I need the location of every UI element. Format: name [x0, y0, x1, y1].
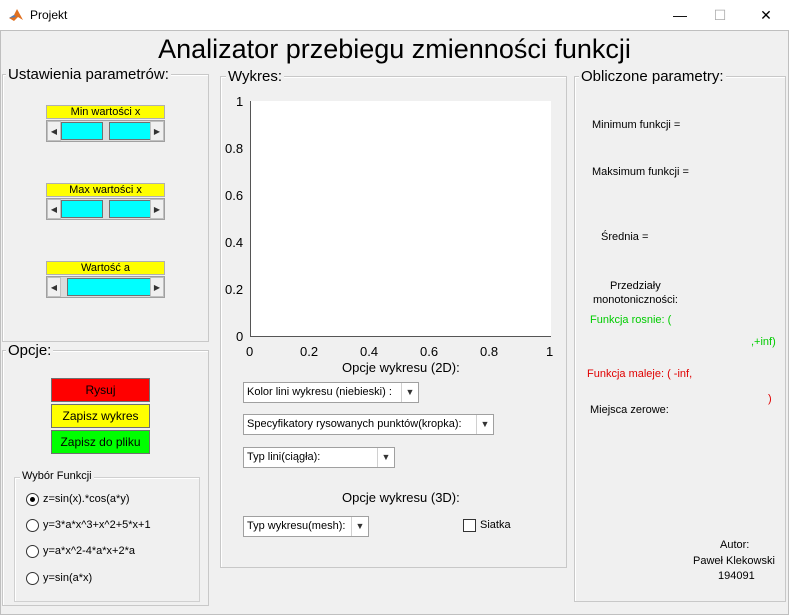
y-tick-label: 1 [236, 94, 244, 109]
window-title: Projekt [30, 8, 68, 22]
slider-left-arrow-icon[interactable]: ◀ [47, 121, 61, 141]
close-button[interactable]: ✕ [743, 0, 789, 30]
x-tick-label: 0.2 [300, 344, 319, 359]
slider-thumb[interactable] [61, 200, 103, 218]
slider-thumb[interactable] [109, 122, 151, 140]
max-x-label: Max wartości x [46, 183, 165, 197]
max-x-slider[interactable]: ◀ ▶ [46, 198, 165, 220]
slider-right-arrow-icon[interactable]: ▶ [150, 277, 164, 297]
slider-right-arrow-icon[interactable]: ▶ [150, 121, 164, 141]
author-name: Paweł Klekowski [693, 555, 775, 567]
grid-checkbox[interactable] [463, 519, 476, 532]
radio-icon[interactable] [26, 519, 39, 532]
chevron-down-icon[interactable]: ▼ [377, 448, 394, 467]
radio-checked-icon[interactable] [26, 493, 39, 506]
increasing-label: Funkcja rosnie: ( [590, 314, 672, 326]
radio-icon[interactable] [26, 572, 39, 585]
min-x-slider[interactable]: ◀ ▶ [46, 120, 165, 142]
a-slider[interactable]: ◀ ▶ [46, 276, 165, 298]
zeros-label: Miejsca zerowe: [590, 404, 669, 416]
slider-left-arrow-icon[interactable]: ◀ [47, 199, 61, 219]
decreasing-end: ) [768, 393, 772, 405]
increasing-end: ,+inf) [751, 336, 776, 348]
y-tick-label: 0 [236, 329, 244, 344]
slider-thumb[interactable] [61, 122, 103, 140]
chevron-down-icon[interactable]: ▼ [351, 517, 368, 536]
draw-button[interactable]: Rysuj [51, 378, 150, 402]
x-tick-label: 1 [546, 344, 554, 359]
y-tick-label: 0.4 [225, 235, 244, 250]
options-2d-title: Opcje wykresu (2D): [342, 360, 460, 375]
chevron-down-icon[interactable]: ▼ [401, 383, 418, 402]
results-title: Obliczone parametry: [579, 68, 726, 85]
function-group-title: Wybór Funkcji [20, 470, 94, 482]
dropdown-value: Typ lini(ciągła): [247, 451, 321, 463]
a-label: Wartość a [46, 261, 165, 275]
slider-left-arrow-icon[interactable]: ◀ [47, 277, 61, 297]
author-label: Autor: [720, 539, 750, 551]
intervals-label-1: Przedziały [610, 280, 661, 292]
x-tick-label: 0.8 [480, 344, 499, 359]
x-tick-label: 0.6 [420, 344, 439, 359]
maximize-button[interactable]: ☐ [697, 0, 743, 30]
chevron-down-icon[interactable]: ▼ [476, 415, 493, 434]
slider-thumb[interactable] [67, 278, 151, 296]
dropdown-value: Typ wykresu(mesh): [247, 520, 346, 532]
slider-thumb[interactable] [109, 200, 151, 218]
y-tick-label: 0.8 [225, 141, 244, 156]
plot-title: Wykres: [226, 68, 285, 85]
line-color-dropdown[interactable]: Kolor lini wykresu (niebieski) : ▼ [243, 382, 419, 403]
min-label: Minimum funkcji = [592, 119, 681, 131]
plot-type-dropdown[interactable]: Typ wykresu(mesh): ▼ [243, 516, 369, 537]
x-tick-label: 0 [246, 344, 254, 359]
radio-icon[interactable] [26, 545, 39, 558]
dropdown-value: Specyfikatory rysowanych punktów(kropka)… [247, 418, 462, 430]
min-x-label: Min wartości x [46, 105, 165, 119]
save-file-button[interactable]: Zapisz do pliku [51, 430, 150, 454]
title-bar: Projekt — ☐ ✕ [0, 0, 789, 30]
y-tick-label: 0.6 [225, 188, 244, 203]
save-plot-button[interactable]: Zapisz wykres [51, 404, 150, 428]
line-type-dropdown[interactable]: Typ lini(ciągła): ▼ [243, 447, 395, 468]
author-id: 194091 [718, 570, 755, 582]
slider-right-arrow-icon[interactable]: ▶ [150, 199, 164, 219]
plot-axes[interactable] [250, 101, 551, 337]
options-3d-title: Opcje wykresu (3D): [342, 490, 460, 505]
settings-title: Ustawienia parametrów: [6, 66, 171, 83]
grid-label: Siatka [480, 519, 511, 531]
marker-dropdown[interactable]: Specyfikatory rysowanych punktów(kropka)… [243, 414, 494, 435]
mean-label: Średnia = [601, 231, 649, 243]
y-tick-label: 0.2 [225, 282, 244, 297]
intervals-label-2: monotoniczności: [593, 294, 678, 306]
max-label: Maksimum funkcji = [592, 166, 689, 178]
dropdown-value: Kolor lini wykresu (niebieski) : [247, 386, 392, 398]
decreasing-label: Funkcja maleje: ( -inf, [587, 368, 693, 380]
matlab-icon [9, 9, 23, 21]
x-tick-label: 0.4 [360, 344, 379, 359]
main-title: Analizator przebiegu zmienności funkcji [158, 34, 631, 64]
options-title: Opcje: [6, 342, 54, 359]
